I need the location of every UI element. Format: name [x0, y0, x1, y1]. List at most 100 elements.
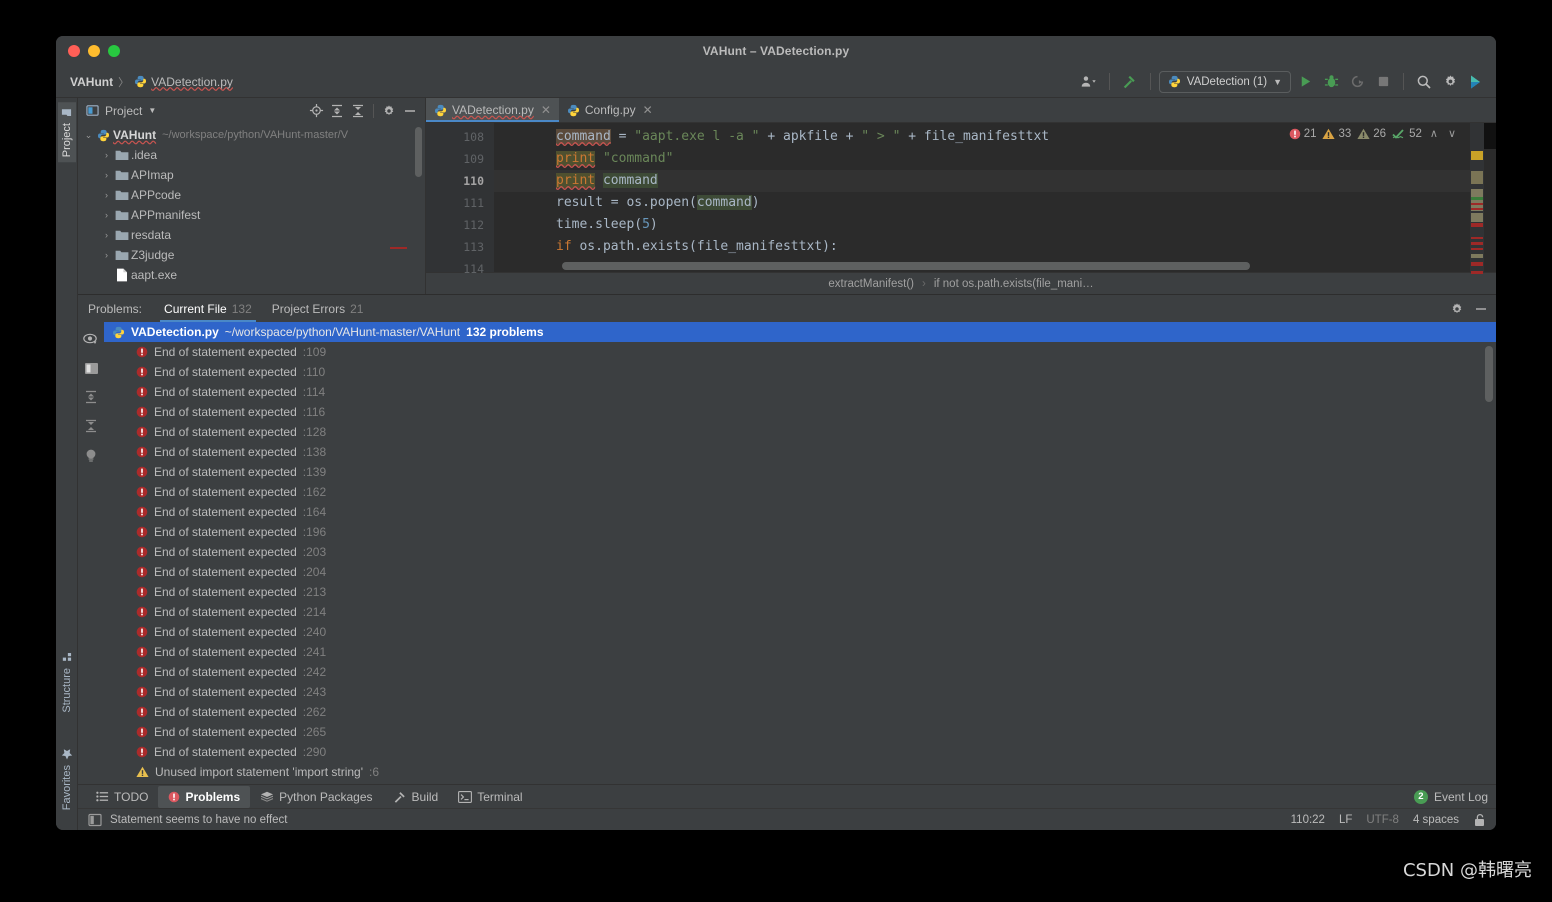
user-icon[interactable]	[1077, 70, 1101, 94]
breadcrumb-detail[interactable]: if not os.path.exists(file_mani…	[934, 278, 1094, 290]
tree-node-resdata[interactable]: ›resdata	[78, 225, 425, 245]
project-dropdown-icon[interactable]: ▼	[148, 106, 156, 115]
tree-node-idea[interactable]: ›.idea	[78, 145, 425, 165]
tree-node-appcode[interactable]: ›APPcode	[78, 185, 425, 205]
tab-build[interactable]: Build	[383, 786, 449, 808]
tab-todo[interactable]: TODO	[86, 786, 158, 808]
previous-problem-icon[interactable]: ∧	[1428, 127, 1440, 140]
caret-position[interactable]: 110:22	[1291, 814, 1325, 826]
problem-row[interactable]: End of statement expected:114	[104, 382, 1496, 402]
stop-icon[interactable]	[1371, 70, 1395, 94]
problems-scrollbar[interactable]	[1485, 346, 1493, 402]
problem-row[interactable]: End of statement expected:204	[104, 562, 1496, 582]
minimize-window-button[interactable]	[88, 45, 100, 57]
close-window-button[interactable]	[68, 45, 80, 57]
file-encoding[interactable]: UTF-8	[1366, 814, 1399, 826]
problem-row[interactable]: End of statement expected:109	[104, 342, 1496, 362]
problem-row[interactable]: End of statement expected:213	[104, 582, 1496, 602]
toggle-sidebar-icon[interactable]	[86, 813, 104, 827]
editor-marker-bar[interactable]	[1470, 123, 1484, 272]
project-tree-scrollbar[interactable]	[415, 127, 422, 177]
problems-root-row[interactable]: VADetection.py ~/workspace/python/VAHunt…	[104, 322, 1496, 342]
problem-row[interactable]: End of statement expected:265	[104, 722, 1496, 742]
line-number[interactable]: 110	[426, 170, 494, 192]
breadcrumb-project[interactable]: VAHunt	[70, 75, 113, 89]
status-badge-warnings[interactable]: 33	[1322, 128, 1351, 140]
breadcrumb-scope[interactable]: extractManifest()	[828, 278, 914, 290]
line-number[interactable]: 109	[426, 148, 494, 170]
next-problem-icon[interactable]: ∨	[1446, 127, 1458, 140]
tab-config-py[interactable]: Config.py ✕	[559, 98, 661, 122]
tree-node-appmanifest[interactable]: ›APPmanifest	[78, 205, 425, 225]
problem-row[interactable]: End of statement expected:110	[104, 362, 1496, 382]
run-icon[interactable]	[1293, 70, 1317, 94]
problem-row[interactable]: End of statement expected:116	[104, 402, 1496, 422]
editor-horizontal-scrollbar[interactable]	[562, 262, 1444, 270]
editor-scroll-track[interactable]	[1484, 123, 1496, 272]
close-icon[interactable]: ✕	[643, 103, 653, 117]
chevron-right-icon[interactable]: ›	[100, 150, 113, 160]
expand-all-icon[interactable]	[328, 102, 346, 120]
status-badge-typos[interactable]: 52	[1392, 128, 1422, 140]
chevron-right-icon[interactable]: ›	[100, 190, 113, 200]
color-circle-icon[interactable]	[1464, 70, 1488, 94]
indent-setting[interactable]: 4 spaces	[1413, 814, 1459, 826]
gear-icon[interactable]	[1438, 70, 1462, 94]
problem-row[interactable]: End of statement expected:242	[104, 662, 1496, 682]
tree-node-aaptexe[interactable]: aapt.exe	[78, 265, 425, 285]
line-number[interactable]: 113	[426, 236, 494, 258]
problem-row[interactable]: End of statement expected:240	[104, 622, 1496, 642]
sidebar-item-favorites[interactable]: Favorites	[58, 743, 76, 815]
sidebar-item-project[interactable]: Project	[58, 102, 76, 162]
problem-row[interactable]: End of statement expected:241	[104, 642, 1496, 662]
preview-icon[interactable]	[82, 330, 100, 348]
search-icon[interactable]	[1412, 70, 1436, 94]
tab-project-errors[interactable]: Project Errors 21	[262, 295, 374, 322]
problem-row[interactable]: End of statement expected:214	[104, 602, 1496, 622]
close-icon[interactable]: ✕	[541, 103, 551, 117]
line-number[interactable]: 112	[426, 214, 494, 236]
unlocked-icon[interactable]	[1473, 813, 1486, 827]
problem-row[interactable]: End of statement expected:243	[104, 682, 1496, 702]
tab-terminal[interactable]: Terminal	[448, 786, 532, 808]
locate-icon[interactable]	[307, 102, 325, 120]
maximize-window-button[interactable]	[108, 45, 120, 57]
event-log-button[interactable]: 2 Event Log	[1414, 790, 1488, 804]
debug-icon[interactable]	[1319, 70, 1343, 94]
run-configuration-selector[interactable]: VADetection (1) ▼	[1159, 71, 1291, 93]
hide-icon[interactable]	[401, 102, 419, 120]
chevron-right-icon[interactable]: ›	[100, 250, 113, 260]
status-badge-weak-warnings[interactable]: 26	[1357, 128, 1386, 140]
collapse-all-icon[interactable]	[349, 102, 367, 120]
tree-node-vahunt[interactable]: ⌄VAHunt~/workspace/python/VAHunt-master/…	[78, 125, 425, 145]
problem-row[interactable]: End of statement expected:262	[104, 702, 1496, 722]
breadcrumb-file[interactable]: VADetection.py	[134, 75, 233, 89]
problem-row[interactable]: End of statement expected:128	[104, 422, 1496, 442]
problem-row[interactable]: End of statement expected:162	[104, 482, 1496, 502]
tab-problems[interactable]: Problems	[158, 786, 250, 808]
line-number[interactable]: 108	[426, 126, 494, 148]
tab-current-file[interactable]: Current File 132	[154, 295, 262, 322]
problem-row[interactable]: End of statement expected:196	[104, 522, 1496, 542]
sidebar-item-structure[interactable]: Structure	[58, 647, 76, 718]
coverage-icon[interactable]	[1345, 70, 1369, 94]
problem-row[interactable]: End of statement expected:164	[104, 502, 1496, 522]
problem-row[interactable]: End of statement expected:139	[104, 462, 1496, 482]
split-icon[interactable]	[82, 359, 100, 377]
tree-node-z3judge[interactable]: ›Z3judge	[78, 245, 425, 265]
chevron-right-icon[interactable]: ›	[100, 210, 113, 220]
expand-all-icon[interactable]	[82, 388, 100, 406]
problem-row[interactable]: End of statement expected:203	[104, 542, 1496, 562]
status-badge-errors[interactable]: 21	[1289, 128, 1317, 140]
line-number[interactable]: 111	[426, 192, 494, 214]
collapse-all-icon[interactable]	[82, 417, 100, 435]
tab-python-packages[interactable]: Python Packages	[250, 786, 382, 808]
hide-icon[interactable]	[1472, 300, 1490, 318]
problems-list[interactable]: VADetection.py ~/workspace/python/VAHunt…	[104, 322, 1496, 784]
code-text-area[interactable]: command = "aapt.exe l -a " + apkfile + "…	[494, 123, 1470, 272]
tree-node-apimap[interactable]: ›APImap	[78, 165, 425, 185]
problem-row[interactable]: End of statement expected:290	[104, 742, 1496, 762]
project-tree[interactable]: ⌄VAHunt~/workspace/python/VAHunt-master/…	[78, 123, 425, 294]
bulb-icon[interactable]	[82, 446, 100, 464]
line-number[interactable]: 114	[426, 258, 494, 280]
